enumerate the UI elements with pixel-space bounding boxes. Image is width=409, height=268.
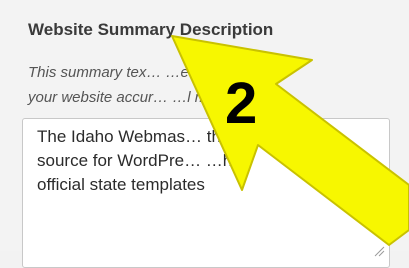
textarea-value: The Idaho Webmas… the source for WordPre…: [37, 127, 242, 194]
field-label: Website Summary Description: [28, 20, 274, 39]
settings-panel: Website Summary Description This summary…: [0, 0, 409, 268]
field-help-text: This summary tex… …ease your website acc…: [28, 64, 240, 106]
resize-handle-icon[interactable]: [373, 245, 385, 257]
summary-description-textarea[interactable]: The Idaho Webmas… the source for WordPre…: [22, 118, 390, 268]
